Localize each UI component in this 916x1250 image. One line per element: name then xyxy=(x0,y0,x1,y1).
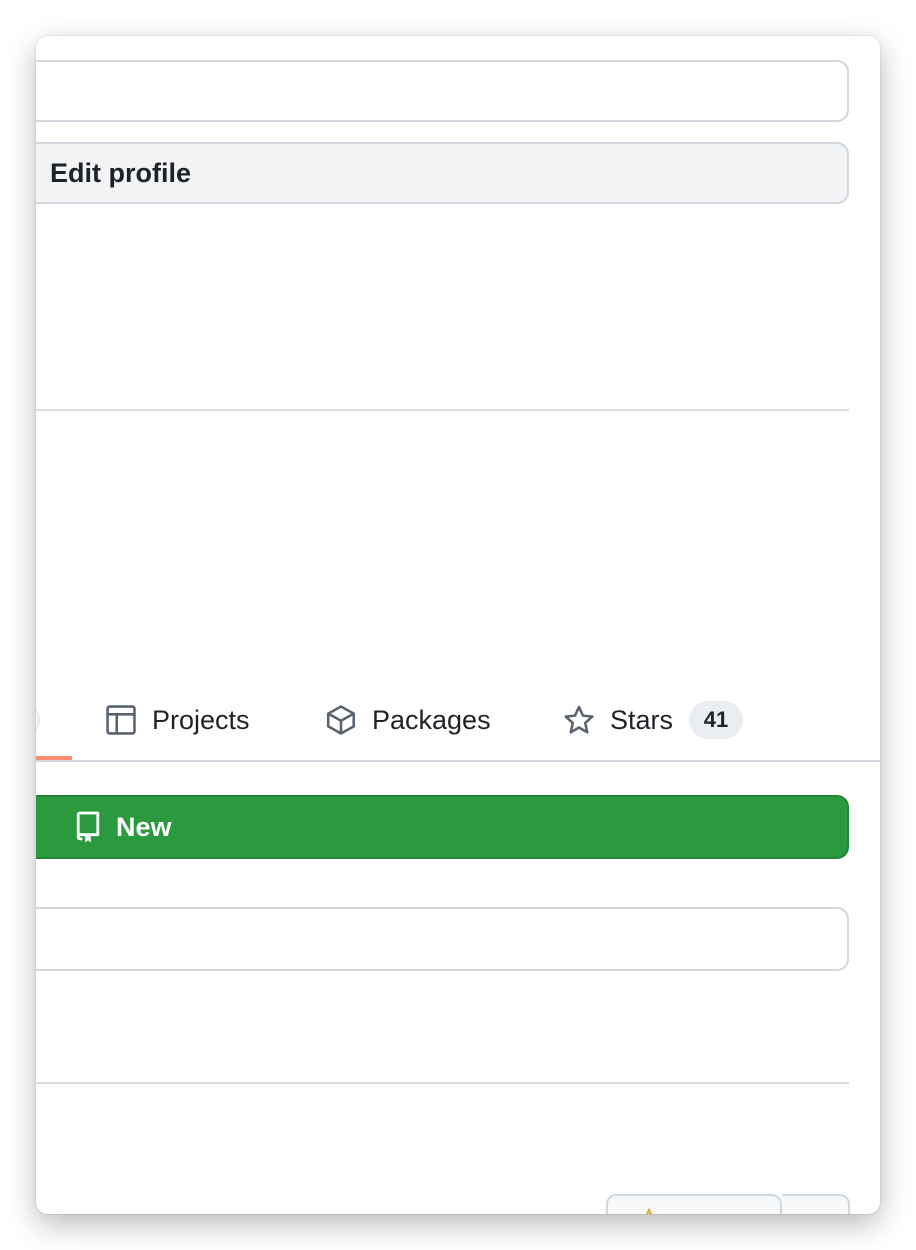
stars-count-badge: 41 xyxy=(689,701,744,739)
tab-stars[interactable]: Stars 41 xyxy=(562,700,744,740)
edit-profile-label: Edit profile xyxy=(50,157,191,188)
sidebar-divider xyxy=(36,409,849,411)
table-icon xyxy=(106,705,136,735)
new-repository-button[interactable]: New xyxy=(36,795,849,859)
app-window: Edit profile Projects Packages Stars 41 … xyxy=(36,36,880,1214)
new-button-label: New xyxy=(116,811,172,842)
tab-counter-partial xyxy=(36,704,40,736)
profile-tab-nav: Projects Packages Stars 41 xyxy=(36,676,880,762)
profile-status-field[interactable] xyxy=(36,60,849,122)
tab-label: Projects xyxy=(152,704,250,735)
star-list-dropdown-button[interactable] xyxy=(782,1194,850,1214)
edit-profile-button[interactable]: Edit profile xyxy=(36,142,849,204)
tab-label: Stars xyxy=(610,704,674,735)
star-icon xyxy=(646,1208,652,1214)
package-icon xyxy=(326,705,356,735)
tab-label: Packages xyxy=(372,704,491,735)
star-icon xyxy=(564,705,594,734)
tab-projects[interactable]: Projects xyxy=(104,700,250,740)
star-button[interactable] xyxy=(606,1194,782,1214)
repo-list-divider xyxy=(36,1082,849,1084)
find-repository-input[interactable] xyxy=(36,907,849,971)
active-tab-indicator xyxy=(36,756,72,760)
repo-icon xyxy=(76,811,100,843)
tab-packages[interactable]: Packages xyxy=(324,700,491,740)
